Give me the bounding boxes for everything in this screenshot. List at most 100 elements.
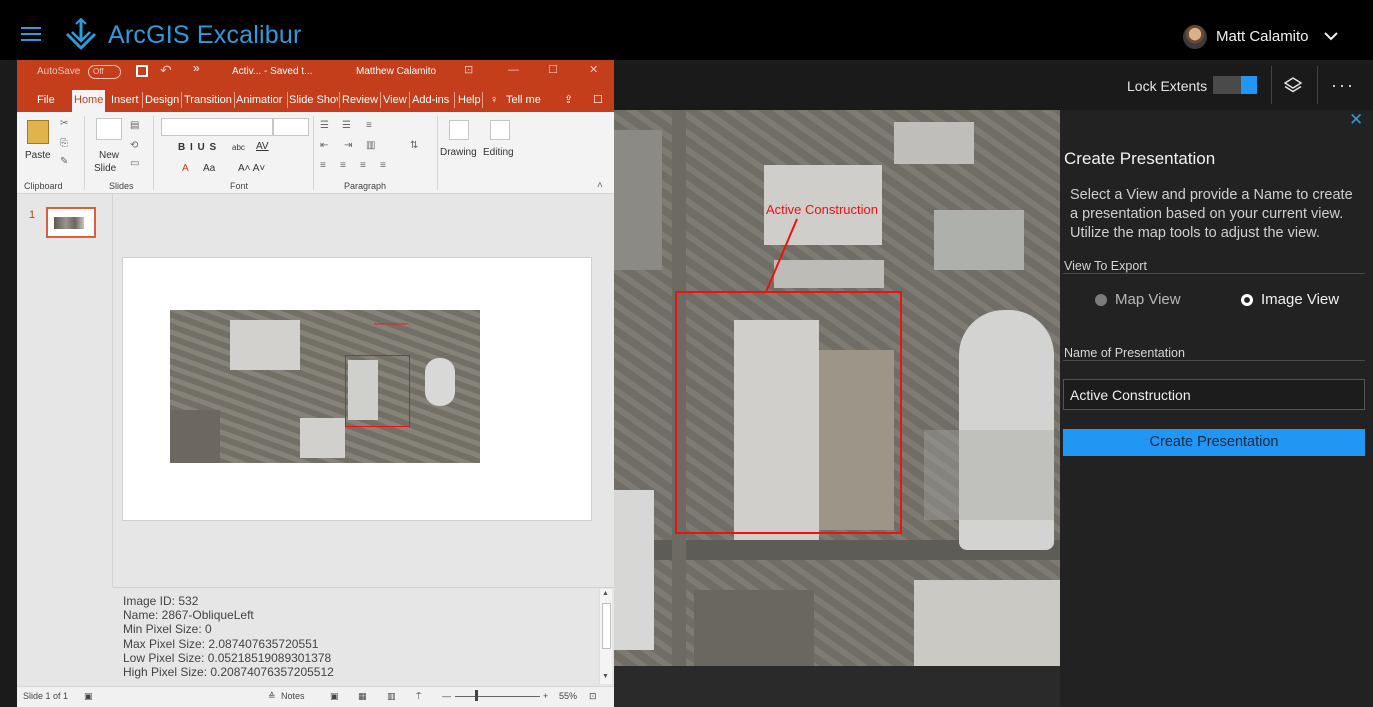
font-size-select[interactable] bbox=[273, 118, 309, 136]
map-view-radio[interactable] bbox=[1095, 294, 1107, 306]
collapse-ribbon-icon[interactable]: ˄ bbox=[597, 180, 603, 191]
editing-button[interactable]: Editing bbox=[483, 147, 514, 159]
scroll-up-icon[interactable]: ▲ bbox=[602, 590, 609, 597]
outdent-icon[interactable]: ⇥ bbox=[344, 140, 352, 151]
undo-icon[interactable]: ↶ bbox=[160, 62, 172, 79]
close-window-icon[interactable]: ✕ bbox=[589, 63, 598, 77]
bullets-icon[interactable]: ☰ bbox=[320, 120, 329, 131]
zoom-level[interactable]: 55% bbox=[559, 691, 577, 702]
tab-review[interactable]: Review bbox=[342, 93, 378, 107]
layout-icon[interactable]: ▤ bbox=[130, 120, 139, 131]
indent-icon[interactable]: ⇤ bbox=[320, 140, 328, 151]
justify-icon[interactable]: ≡ bbox=[380, 160, 386, 171]
paste-icon[interactable] bbox=[27, 120, 49, 144]
tab-slide-show[interactable]: Slide Shov bbox=[289, 93, 338, 107]
tab-file[interactable]: File bbox=[37, 93, 55, 107]
new-slide-icon[interactable] bbox=[96, 118, 122, 140]
ribbon-display-icon[interactable]: ⊡ bbox=[464, 63, 473, 77]
reset-icon[interactable]: ⟲ bbox=[130, 140, 138, 151]
search-icon[interactable] bbox=[490, 120, 510, 140]
tab-separator bbox=[380, 92, 381, 108]
notes-text[interactable]: Image ID: 532 Name: 2867-ObliqueLeft Min… bbox=[123, 594, 593, 679]
autosave-toggle[interactable]: Off bbox=[88, 65, 121, 79]
more-options-icon[interactable]: ··· bbox=[1331, 76, 1355, 94]
minimize-icon[interactable]: — bbox=[508, 63, 519, 77]
change-case-button[interactable]: Aa bbox=[203, 163, 215, 175]
zoom-out-icon[interactable]: — bbox=[442, 691, 451, 702]
annotation-rectangle[interactable] bbox=[675, 291, 902, 534]
user-name[interactable]: Matt Calamito bbox=[1216, 28, 1309, 46]
accessibility-icon[interactable]: ▣ bbox=[84, 691, 93, 702]
fit-slide-icon[interactable]: ⊡ bbox=[589, 691, 597, 702]
tab-view[interactable]: View bbox=[383, 93, 407, 107]
lock-extents-label: Lock Extents bbox=[1127, 78, 1208, 94]
shapes-icon[interactable] bbox=[449, 120, 469, 140]
notes-button[interactable]: Notes bbox=[281, 691, 305, 702]
numbering-icon[interactable]: ☰ bbox=[342, 120, 351, 131]
strikethrough-button[interactable]: abc bbox=[232, 142, 245, 154]
notes-icon[interactable]: ≙ bbox=[268, 691, 276, 702]
tab-animations[interactable]: Animatior bbox=[236, 93, 286, 107]
zoom-slider-thumb[interactable] bbox=[475, 690, 478, 701]
format-painter-icon[interactable]: ✎ bbox=[60, 156, 68, 167]
tab-help[interactable]: Help bbox=[458, 93, 481, 107]
lightbulb-icon[interactable]: ♀ bbox=[490, 93, 498, 107]
slide-sorter-icon[interactable]: ▦ bbox=[358, 691, 367, 702]
font-color-button[interactable]: A bbox=[182, 163, 189, 175]
drawing-button[interactable]: Drawing bbox=[440, 147, 477, 159]
line-spacing-icon[interactable]: ≡ bbox=[366, 120, 372, 131]
close-icon[interactable]: ✕ bbox=[1349, 111, 1363, 128]
layers-icon[interactable] bbox=[1283, 76, 1303, 96]
annotation-label[interactable]: Active Construction bbox=[766, 203, 878, 217]
note-line: High Pixel Size: 0.20874076357205512 bbox=[123, 665, 334, 680]
character-spacing-button[interactable]: AV bbox=[256, 141, 269, 153]
create-presentation-button[interactable]: Create Presentation bbox=[1063, 429, 1365, 456]
section-icon[interactable]: ▭ bbox=[130, 158, 139, 169]
ppt-document-title[interactable]: Activ... - Saved t... bbox=[232, 66, 312, 78]
tab-transitions[interactable]: Transition bbox=[184, 93, 232, 107]
columns-icon[interactable]: ▥ bbox=[366, 140, 375, 151]
tab-add-ins[interactable]: Add-ins bbox=[412, 93, 449, 107]
font-size-buttons[interactable]: A˄ A˅ bbox=[238, 163, 265, 175]
normal-view-icon[interactable]: ▣ bbox=[330, 691, 339, 702]
hamburger-menu-icon[interactable] bbox=[21, 27, 41, 41]
save-icon[interactable] bbox=[136, 65, 148, 77]
tab-design[interactable]: Design bbox=[145, 93, 179, 107]
reading-view-icon[interactable]: ▥ bbox=[387, 691, 396, 702]
scrollbar-thumb[interactable] bbox=[602, 603, 611, 649]
slide-image[interactable] bbox=[170, 310, 480, 463]
lock-extents-toggle[interactable] bbox=[1213, 76, 1257, 94]
presentation-name-input[interactable] bbox=[1063, 379, 1365, 410]
chevron-down-icon[interactable] bbox=[1323, 28, 1339, 44]
font-style-buttons[interactable]: B I U S bbox=[178, 142, 217, 154]
tab-insert[interactable]: Insert bbox=[111, 93, 139, 107]
scroll-down-icon[interactable]: ▼ bbox=[602, 673, 609, 680]
new-slide-label-1[interactable]: New bbox=[99, 150, 119, 162]
text-direction-icon[interactable]: ⇅ bbox=[410, 140, 418, 151]
font-name-select[interactable] bbox=[161, 118, 273, 136]
tab-home[interactable]: Home bbox=[72, 90, 106, 112]
align-right-icon[interactable]: ≡ bbox=[360, 160, 366, 171]
quick-access-more-icon[interactable]: » bbox=[193, 61, 200, 75]
align-left-icon[interactable]: ≡ bbox=[320, 160, 326, 171]
image-view-label[interactable]: Image View bbox=[1261, 292, 1339, 308]
paste-label[interactable]: Paste bbox=[25, 150, 51, 162]
notes-scrollbar[interactable]: ▲ ▼ bbox=[599, 589, 612, 684]
tab-tell-me[interactable]: Tell me bbox=[506, 93, 541, 107]
share-icon[interactable]: ⇪ bbox=[564, 93, 573, 107]
zoom-in-icon[interactable]: + bbox=[543, 691, 548, 702]
cut-icon[interactable]: ✂ bbox=[60, 118, 68, 129]
toggle-knob bbox=[1241, 76, 1257, 94]
image-view-radio[interactable] bbox=[1241, 294, 1253, 306]
zoom-slider[interactable] bbox=[455, 696, 540, 697]
view-to-export-label: View To Export bbox=[1064, 259, 1147, 273]
slide-show-icon[interactable]: ⍑ bbox=[416, 691, 421, 702]
ppt-user-name[interactable]: Matthew Calamito bbox=[356, 66, 436, 78]
align-center-icon[interactable]: ≡ bbox=[340, 160, 346, 171]
comments-icon[interactable]: ☐ bbox=[593, 93, 603, 107]
copy-icon[interactable]: ⎘ bbox=[60, 138, 68, 149]
map-view-label[interactable]: Map View bbox=[1115, 292, 1181, 308]
user-avatar[interactable] bbox=[1183, 25, 1207, 49]
maximize-icon[interactable]: ☐ bbox=[548, 63, 558, 77]
new-slide-label-2[interactable]: Slide bbox=[94, 163, 116, 175]
